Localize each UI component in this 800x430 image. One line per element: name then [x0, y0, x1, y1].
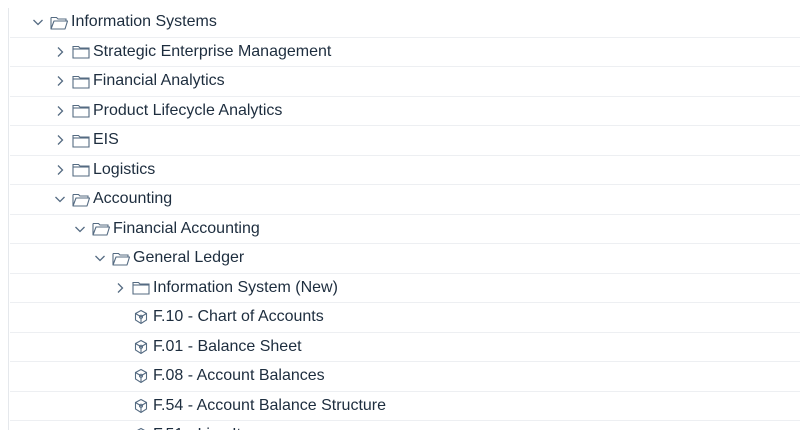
tree-node-f-08-account-balances[interactable]: F.08 - Account Balances	[10, 362, 800, 392]
tree-node-label: Information Systems	[71, 13, 217, 31]
chevron-down-icon[interactable]	[52, 191, 68, 207]
tree-node-label: F.10 - Chart of Accounts	[153, 308, 324, 326]
tree-node-label: Financial Accounting	[113, 219, 260, 237]
tree-node-f-54-account-balance-structure[interactable]: F.54 - Account Balance Structure	[10, 392, 800, 421]
tree-node-label: Information System (New)	[153, 278, 338, 296]
tree-node-label: F.01 - Balance Sheet	[153, 337, 302, 355]
chevron-right-icon[interactable]	[52, 44, 68, 60]
tree-node-f-10-chart-of-accounts[interactable]: F.10 - Chart of Accounts	[10, 303, 800, 333]
tree-node-general-ledger[interactable]: General Ledger	[10, 244, 800, 274]
chevron-right-icon[interactable]	[52, 162, 68, 178]
tree-node-financial-accounting[interactable]: Financial Accounting	[10, 215, 800, 244]
tree-node-f-01-balance-sheet[interactable]: F.01 - Balance Sheet	[10, 333, 800, 362]
tree-node-label: F.08 - Account Balances	[153, 367, 325, 385]
tree-node-product-lifecycle-analytics[interactable]: Product Lifecycle Analytics	[10, 97, 800, 126]
folder-closed-icon	[72, 103, 90, 119]
transaction-cube-icon	[132, 309, 150, 325]
folder-open-icon	[112, 250, 130, 266]
tree-node-label: General Ledger	[133, 249, 245, 267]
tree-node-label: EIS	[93, 131, 119, 149]
chevron-right-icon[interactable]	[52, 73, 68, 89]
folder-closed-icon	[72, 162, 90, 178]
chevron-right-icon[interactable]	[112, 280, 128, 296]
tree-node-logistics[interactable]: Logistics	[10, 156, 800, 185]
chevron-right-icon[interactable]	[52, 132, 68, 148]
transaction-cube-icon	[132, 398, 150, 414]
folder-closed-icon	[72, 73, 90, 89]
tree-node-information-system-new[interactable]: Information System (New)	[10, 274, 800, 303]
transaction-cube-icon	[132, 368, 150, 384]
folder-closed-icon	[132, 280, 150, 296]
tree-node-f-51-line-items[interactable]: F.51 - Line Items	[10, 421, 800, 430]
folder-open-icon	[72, 191, 90, 207]
chevron-down-icon[interactable]	[72, 221, 88, 237]
tree-node-label: F.51 - Line Items	[153, 426, 271, 430]
tree-node-label: Accounting	[93, 190, 173, 208]
navigation-tree: Information Systems Strategic Enterprise …	[0, 8, 800, 430]
tree-node-information-systems[interactable]: Information Systems	[10, 8, 800, 38]
transaction-cube-icon	[132, 339, 150, 355]
folder-open-icon	[92, 221, 110, 237]
tree-rows: Information Systems Strategic Enterprise …	[0, 8, 800, 430]
tree-node-financial-analytics[interactable]: Financial Analytics	[10, 67, 800, 97]
folder-open-icon	[50, 14, 68, 30]
tree-node-label: Product Lifecycle Analytics	[93, 101, 283, 119]
folder-closed-icon	[72, 132, 90, 148]
chevron-down-icon[interactable]	[92, 250, 108, 266]
tree-node-label: Logistics	[93, 160, 156, 178]
chevron-down-icon[interactable]	[30, 14, 46, 30]
chevron-right-icon[interactable]	[52, 103, 68, 119]
tree-gutter-line	[8, 8, 9, 430]
tree-node-label: Financial Analytics	[93, 72, 225, 90]
tree-node-label: F.54 - Account Balance Structure	[153, 396, 387, 414]
folder-closed-icon	[72, 44, 90, 60]
tree-node-accounting[interactable]: Accounting	[10, 185, 800, 215]
tree-node-label: Strategic Enterprise Management	[93, 42, 332, 60]
tree-node-eis[interactable]: EIS	[10, 126, 800, 156]
tree-node-strategic-enterprise-management[interactable]: Strategic Enterprise Management	[10, 38, 800, 67]
